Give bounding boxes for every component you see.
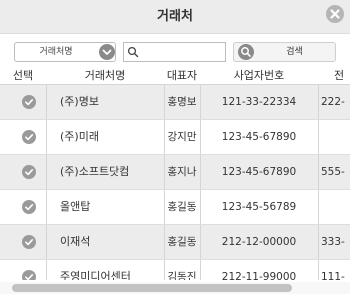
row-client-name: 올앤탑 xyxy=(60,200,91,213)
row-representative: 홍길동 xyxy=(167,201,197,213)
table-row[interactable]: (주)명보 홍명보 121-33-22334 222- xyxy=(0,85,350,120)
table-row[interactable]: 이재석 홍길동 212-12-00000 333- xyxy=(0,225,350,260)
check-icon[interactable] xyxy=(22,200,36,214)
row-representative: 김동진 xyxy=(167,271,197,280)
check-icon[interactable] xyxy=(22,235,36,249)
search-button[interactable]: 검색 xyxy=(233,42,336,62)
row-representative: 홍길동 xyxy=(167,236,197,248)
row-biz-number: 212-12-00000 xyxy=(221,236,297,248)
row-phone: 111- xyxy=(321,271,345,280)
search-input-box[interactable] xyxy=(123,42,226,62)
check-icon[interactable] xyxy=(22,270,36,280)
table-row[interactable]: (주)미래 강지만 123-45-67890 xyxy=(0,120,350,155)
row-phone: 555- xyxy=(321,166,345,178)
dialog-titlebar: 거래처 xyxy=(0,0,350,34)
dialog-title: 거래처 xyxy=(157,9,193,24)
search-icon xyxy=(127,46,139,58)
column-header-rep[interactable]: 대표자 xyxy=(164,68,200,84)
close-icon[interactable] xyxy=(326,5,344,23)
table-header: 선택 거래처명 대표자 사업자번호 전 xyxy=(0,68,350,85)
row-client-name: 이재석 xyxy=(60,235,91,248)
check-icon[interactable] xyxy=(22,95,36,109)
column-header-biz-number[interactable]: 사업자번호 xyxy=(200,68,318,84)
table-row[interactable]: (주)소프트닷컴 홍지나 123-45-67890 555- xyxy=(0,155,350,190)
check-icon[interactable] xyxy=(22,130,36,144)
table-row[interactable]: 올앤탑 홍길동 123-45-56789 xyxy=(0,190,350,225)
row-client-name: (주)명보 xyxy=(60,95,99,108)
row-client-name: (주)소프트닷컴 xyxy=(60,165,130,178)
row-representative: 홍지나 xyxy=(167,166,197,178)
row-phone: 222- xyxy=(321,96,345,108)
row-client-name: (주)미래 xyxy=(60,130,99,143)
row-phone: 333- xyxy=(321,236,345,248)
search-field-select-value: 거래처명 xyxy=(39,47,73,57)
scrollbar-thumb[interactable] xyxy=(12,284,292,292)
row-biz-number: 212-11-99000 xyxy=(221,271,297,280)
row-phone xyxy=(318,190,350,224)
row-biz-number: 123-45-67890 xyxy=(221,166,297,178)
search-button-label: 검색 xyxy=(286,47,303,57)
search-field-select[interactable]: 거래처명 xyxy=(14,42,116,62)
horizontal-scrollbar[interactable] xyxy=(0,282,350,294)
row-biz-number: 123-45-67890 xyxy=(221,131,297,143)
column-header-name[interactable]: 거래처명 xyxy=(46,68,164,84)
row-biz-number: 123-45-56789 xyxy=(221,201,297,213)
table-row[interactable]: 주영미디어센터 김동진 212-11-99000 111- xyxy=(0,260,350,280)
chevron-down-icon[interactable] xyxy=(99,44,115,60)
row-client-name: 주영미디어센터 xyxy=(60,270,131,280)
client-table: 선택 거래처명 대표자 사업자번호 전 (주)명보 홍명보 121-33-223… xyxy=(0,68,350,280)
search-bar: 거래처명 검색 xyxy=(0,34,350,68)
search-icon xyxy=(238,44,254,60)
column-header-phone[interactable]: 전 xyxy=(318,68,350,84)
row-phone xyxy=(318,120,350,154)
row-biz-number: 121-33-22334 xyxy=(221,96,297,108)
check-icon[interactable] xyxy=(22,165,36,179)
row-representative: 홍명보 xyxy=(167,96,197,108)
row-representative: 강지만 xyxy=(167,131,197,143)
search-input[interactable] xyxy=(140,44,222,60)
column-header-select[interactable]: 선택 xyxy=(0,68,46,84)
